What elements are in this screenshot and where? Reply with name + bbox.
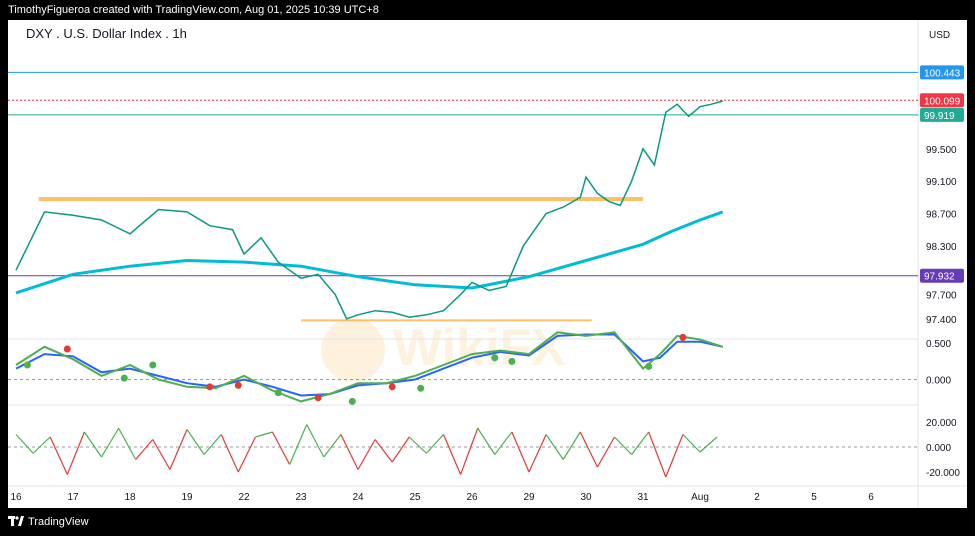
price-badge-label: 97.932 (924, 272, 955, 283)
cross-marker (314, 394, 322, 402)
attribution-bar: TimothyFigueroa created with TradingView… (0, 0, 975, 20)
cross-marker (234, 381, 242, 389)
price-badge-label: 100.099 (924, 96, 961, 107)
cross-marker (388, 383, 396, 391)
time-tick-label: 2 (754, 492, 760, 503)
time-tick-label: 25 (409, 492, 421, 503)
oscillator-tick-label: 0.000 (926, 376, 951, 387)
time-tick-label: 23 (295, 492, 307, 503)
tradingview-icon (8, 516, 24, 526)
price-badge-label: 100.443 (924, 68, 961, 79)
tradingview-brand: TradingView (28, 516, 89, 528)
tradingview-logo[interactable]: TradingView (8, 516, 89, 528)
price-badge-label: 99.919 (924, 111, 955, 122)
price-tick-label: 97.400 (926, 315, 957, 326)
price-tick-label: 98.300 (926, 242, 957, 253)
time-tick-label: 24 (352, 492, 364, 503)
cross-marker (206, 383, 214, 391)
time-tick-label: 26 (466, 492, 478, 503)
time-tick-label: Aug (691, 492, 709, 503)
time-tick-label: 22 (238, 492, 250, 503)
price-tick-label: 98.700 (926, 210, 957, 221)
cross-marker (348, 397, 356, 405)
chart-title: DXY . U.S. Dollar Index . 1h (26, 26, 187, 41)
time-tick-label: 17 (67, 492, 79, 503)
price-tick-label: 97.700 (926, 291, 957, 302)
cross-marker (491, 354, 499, 362)
cross-marker (645, 362, 653, 370)
watermark-circle (321, 318, 385, 382)
rsi-tick-label: -20.000 (926, 468, 960, 479)
time-tick-label: 5 (811, 492, 817, 503)
cross-marker (679, 333, 687, 341)
cross-marker (149, 361, 157, 369)
watermark-logo: WikiFX (321, 318, 566, 382)
time-tick-label: 31 (637, 492, 649, 503)
time-tick-label: 16 (10, 492, 22, 503)
chart-frame[interactable]: WikiFX DXY . U.S. Dollar Index . 1h USD … (8, 20, 967, 508)
cross-marker (120, 374, 128, 382)
cross-marker (417, 384, 425, 392)
oscillator-tick-label: 0.500 (926, 339, 951, 350)
rsi-tick-label: 20.000 (926, 418, 957, 429)
time-tick-label: 29 (523, 492, 535, 503)
price-tick-label: 99.100 (926, 177, 957, 188)
time-tick-label: 30 (580, 492, 592, 503)
attribution-text: TimothyFigueroa created with TradingView… (8, 4, 379, 16)
cross-marker (23, 361, 31, 369)
price-tick-label: 99.500 (926, 145, 957, 156)
chart-svg[interactable]: WikiFX DXY . U.S. Dollar Index . 1h USD … (8, 20, 967, 508)
currency-label: USD (929, 30, 950, 41)
time-tick-label: 6 (868, 492, 874, 503)
time-tick-label: 19 (181, 492, 193, 503)
cross-marker (274, 389, 282, 397)
footer-bar: TradingView (0, 510, 975, 536)
cross-marker (63, 345, 71, 353)
cross-marker (508, 357, 516, 365)
time-tick-label: 18 (124, 492, 136, 503)
rsi-tick-label: 0.000 (926, 443, 951, 454)
